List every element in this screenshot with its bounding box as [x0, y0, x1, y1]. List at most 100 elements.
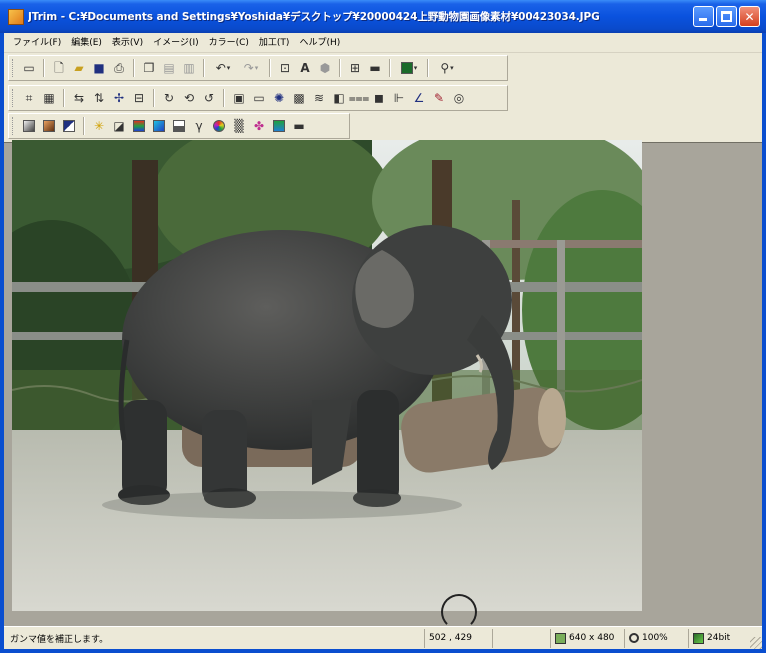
spiral-icon[interactable]: ◎	[450, 89, 468, 107]
edit-toolbar: ⌗ ▦ ⇆ ⇅ ✢ ⊟ ↻ ⟲ ↺ ▣ ▭ ✺ ▩ ≋ ◧ ⩶ ◼ ⊩ ∠ ✎ …	[8, 85, 508, 111]
jtrim-app-icon[interactable]	[8, 8, 24, 25]
menu-color[interactable]: カラー(C)	[204, 34, 254, 52]
zoom-panel: 100%	[624, 628, 688, 648]
toolbar-grip[interactable]	[12, 117, 15, 135]
rotate-270-icon[interactable]: ↺	[200, 89, 218, 107]
status-blank-panel	[492, 628, 550, 648]
image-workspace[interactable]	[4, 140, 762, 630]
color-toolbar: ✳ ◪ γ ▒ ✤ ▬	[8, 113, 350, 139]
app-window: JTrim - C:¥Documents and Settings¥Yoshid…	[0, 0, 766, 653]
menu-process[interactable]: 加工(T)	[254, 34, 295, 52]
copy-icon[interactable]: ❐	[140, 59, 158, 77]
new-window-icon[interactable]: ▭	[20, 59, 38, 77]
equalize-icon[interactable]	[270, 117, 288, 135]
magnifier-icon	[629, 633, 639, 643]
text-icon[interactable]: A	[296, 59, 314, 77]
caption-buttons: ✕	[693, 6, 760, 27]
frame-icon[interactable]: ▬	[366, 59, 384, 77]
status-bar: ガンマ値を補正します。 502 , 429 640 x 480 100% 24b…	[4, 626, 762, 649]
border-icon[interactable]: ▣	[230, 89, 248, 107]
wave-icon[interactable]: ≋	[310, 89, 328, 107]
paste-icon[interactable]: ▤	[160, 59, 178, 77]
toolbar-grip[interactable]	[12, 59, 15, 77]
close-button[interactable]: ✕	[739, 6, 760, 27]
maximize-button[interactable]	[716, 6, 737, 27]
shadow-icon[interactable]: ▭	[250, 89, 268, 107]
brightness-icon[interactable]: ✺	[270, 89, 288, 107]
toolbar-separator	[133, 59, 135, 77]
crop-icon[interactable]: ⌗	[20, 89, 38, 107]
title-bar[interactable]: JTrim - C:¥Documents and Settings¥Yoshid…	[0, 0, 766, 33]
toolbar-separator	[83, 117, 85, 135]
minimize-button[interactable]	[693, 6, 714, 27]
toolbar-separator	[223, 89, 225, 107]
invert-icon[interactable]	[60, 117, 78, 135]
image-size: 640 x 480	[569, 633, 615, 643]
resize-grip[interactable]	[750, 637, 762, 649]
menu-file[interactable]: ファイル(F)	[8, 34, 66, 52]
edge-icon[interactable]: ⊩	[390, 89, 408, 107]
shape-icon[interactable]: ⬢	[316, 59, 334, 77]
fit-icon[interactable]: ⊟	[130, 89, 148, 107]
balance-icon[interactable]	[210, 117, 228, 135]
main-toolbar: ▭ 🗋 ▰ ■ ⎙ ❐ ▤ ▥ ↶ ▾ ↷ ▾ ⊡ A ⬢ ⊞ ▬ ▾ ⚲ ▾	[8, 55, 508, 81]
color-depth: 24bit	[707, 633, 731, 643]
color-icon[interactable]: ▾	[396, 59, 422, 77]
emboss-icon[interactable]: ◧	[330, 89, 348, 107]
blur-icon[interactable]: ◪	[110, 117, 128, 135]
sepia-icon[interactable]	[40, 117, 58, 135]
grid-icon[interactable]: ⊞	[346, 59, 364, 77]
mosaic-icon[interactable]: ▩	[290, 89, 308, 107]
flip-v-icon[interactable]: ⇅	[90, 89, 108, 107]
toolbar-separator	[269, 59, 271, 77]
posterize-icon[interactable]: ✤	[250, 117, 268, 135]
noise-icon[interactable]: ▒	[230, 117, 248, 135]
photo-canvas	[12, 140, 642, 611]
status-message: ガンマ値を補正します。	[10, 634, 109, 645]
toolbar-separator	[63, 89, 65, 107]
undo-icon[interactable]: ↶ ▾	[210, 59, 236, 77]
fill-icon[interactable]: ◼	[370, 89, 388, 107]
new-icon[interactable]: 🗋	[50, 59, 68, 77]
window-title: JTrim - C:¥Documents and Settings¥Yoshid…	[28, 11, 600, 23]
line-icon[interactable]: ⩶	[349, 89, 370, 107]
print-icon[interactable]: ⎙	[110, 59, 128, 77]
toolbar-separator	[427, 59, 429, 77]
redo-icon[interactable]: ↷ ▾	[238, 59, 264, 77]
menu-edit[interactable]: 編集(E)	[66, 34, 107, 52]
paste-new-icon[interactable]: ▥	[180, 59, 198, 77]
resize-icon[interactable]: ⊡	[276, 59, 294, 77]
rotate-90-icon[interactable]: ↻	[160, 89, 178, 107]
zoom-icon[interactable]: ⚲ ▾	[434, 59, 460, 77]
pen-icon[interactable]: ∠	[410, 89, 428, 107]
rotate-180-icon[interactable]: ⟲	[180, 89, 198, 107]
minimize-icon	[699, 18, 707, 21]
image-size-panel: 640 x 480	[550, 628, 624, 648]
contrast-icon[interactable]	[170, 117, 188, 135]
menu-bar: ファイル(F) 編集(E) 表示(V) イメージ(I) カラー(C) 加工(T)…	[4, 33, 762, 53]
save-icon[interactable]: ■	[90, 59, 108, 77]
toolbar-separator	[203, 59, 205, 77]
menu-image[interactable]: イメージ(I)	[148, 34, 204, 52]
flip-h-icon[interactable]: ⇆	[70, 89, 88, 107]
toolbar-grip[interactable]	[12, 89, 15, 107]
maximize-icon	[721, 11, 732, 22]
gamma-icon[interactable]: γ	[190, 117, 208, 135]
saturation-icon[interactable]	[150, 117, 168, 135]
toolbar-separator	[389, 59, 391, 77]
trim-icon[interactable]: ▦	[40, 89, 58, 107]
hue-icon[interactable]	[130, 117, 148, 135]
image-size-icon	[555, 632, 566, 644]
toolbar-separator	[339, 59, 341, 77]
sharpen-icon[interactable]: ✳	[90, 117, 108, 135]
toolbar-separator	[43, 59, 45, 77]
rotate-free-icon[interactable]: ✢	[110, 89, 128, 107]
solarize-icon[interactable]: ▬	[290, 117, 308, 135]
menu-view[interactable]: 表示(V)	[107, 34, 148, 52]
menu-help[interactable]: ヘルプ(H)	[294, 34, 345, 52]
elephant-photo[interactable]	[12, 140, 642, 611]
open-icon[interactable]: ▰	[70, 59, 88, 77]
rotate-cursor-icon	[441, 594, 477, 630]
gray-icon[interactable]	[20, 117, 38, 135]
brush-icon[interactable]: ✎	[430, 89, 448, 107]
